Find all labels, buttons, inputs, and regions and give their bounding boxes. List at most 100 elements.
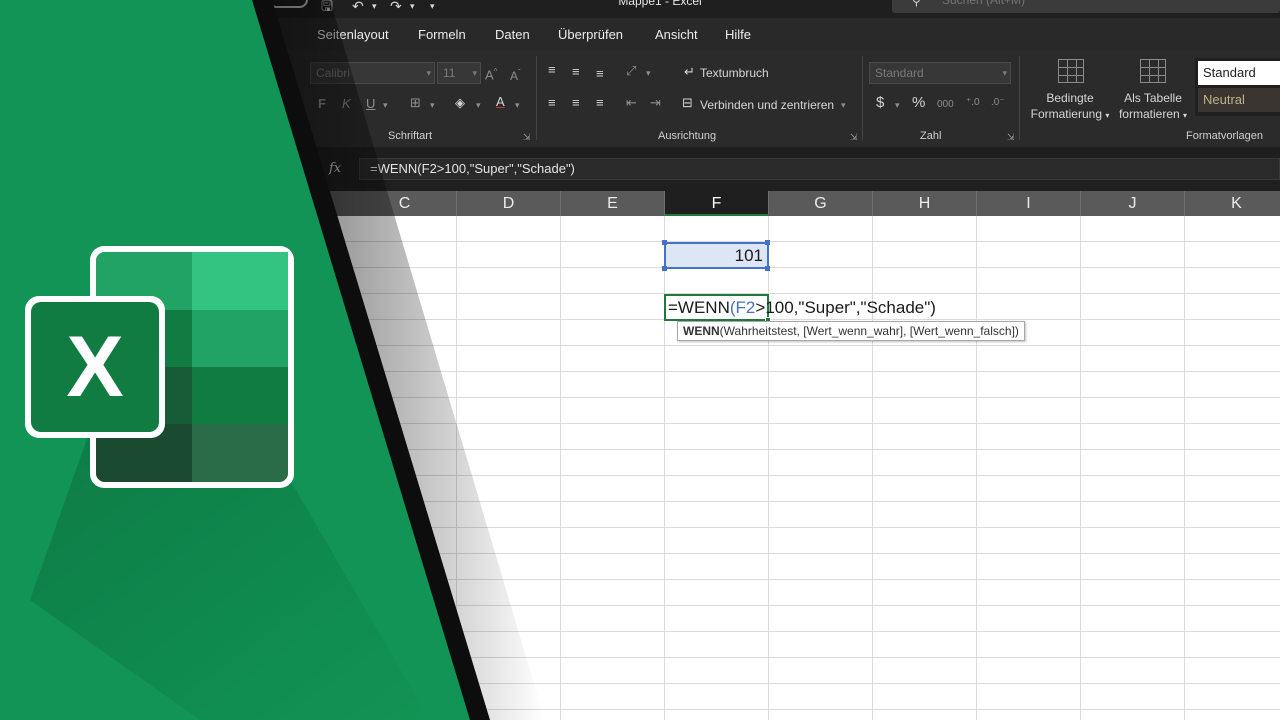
font-name-value: Calibri xyxy=(316,66,351,80)
column-header-h[interactable]: H xyxy=(873,191,977,216)
wrap-text-button[interactable]: Textumbruch xyxy=(700,66,769,80)
font-color-icon[interactable]: A xyxy=(496,95,505,109)
group-divider xyxy=(862,56,863,140)
function-tooltip: WENN(Wahrheitstest, [Wert_wenn_wahr], [W… xyxy=(677,321,1025,341)
thousands-separator-button[interactable]: 000 xyxy=(937,98,954,112)
autosave-toggle[interactable] xyxy=(268,0,308,8)
increase-indent-icon[interactable]: ⇥ xyxy=(650,96,661,110)
format-as-table-icon[interactable] xyxy=(1140,59,1166,83)
align-top-icon[interactable]: ≡ xyxy=(548,63,556,77)
column-header-j[interactable]: J xyxy=(1081,191,1185,216)
column-header-k[interactable]: K xyxy=(1185,191,1280,216)
underline-dropdown-icon[interactable]: ▾ xyxy=(383,98,388,112)
search-icon: ⚲ xyxy=(912,0,921,8)
tab-ansicht[interactable]: Ansicht xyxy=(655,27,698,42)
cell-styles-gallery: Standard Neutral xyxy=(1195,58,1280,116)
formula-input[interactable]: =WENN(F2>100,"Super","Schade") xyxy=(359,158,1280,180)
search-box[interactable]: ⚲ xyxy=(892,0,1280,13)
tab-ueberpruefen[interactable]: Überprüfen xyxy=(558,27,623,42)
column-header-e[interactable]: E xyxy=(561,191,665,216)
tab-daten[interactable]: Daten xyxy=(495,27,530,42)
decrease-decimal-icon[interactable]: .0⁻ xyxy=(991,96,1005,110)
percent-format-button[interactable]: % xyxy=(912,95,925,110)
save-icon[interactable]: 🖫 xyxy=(321,0,333,14)
conditional-formatting-icon[interactable] xyxy=(1058,59,1084,83)
format-as-table-button[interactable]: Als Tabelle formatieren ▾ xyxy=(1112,90,1194,124)
borders-icon[interactable]: ⊞ xyxy=(410,96,421,110)
column-headers: C D E F G H I J K xyxy=(0,191,1280,216)
chevron-down-icon: ▾ xyxy=(426,68,431,78)
merge-center-icon[interactable]: ⊟ xyxy=(682,96,693,110)
range-handle[interactable] xyxy=(765,240,770,245)
number-format-combo[interactable]: Standard ▾ xyxy=(869,62,1011,84)
column-header-i[interactable]: I xyxy=(977,191,1081,216)
conditional-formatting-label-2: Formatierung ▾ xyxy=(1030,107,1110,121)
align-bottom-icon[interactable]: ≡ xyxy=(596,67,604,81)
column-header-g[interactable]: G xyxy=(769,191,873,216)
fill-color-icon[interactable]: ◈ xyxy=(455,96,465,110)
ribbon: Calibri ▾ 11 ▾ A^ Aˇ F K U ▾ ⊞ ▾ ◈ ▾ A ▾… xyxy=(0,50,1280,147)
decrease-indent-icon[interactable]: ⇤ xyxy=(626,96,637,110)
redo-icon[interactable]: ↷ xyxy=(390,0,402,14)
cell-style-standard[interactable]: Standard xyxy=(1198,61,1280,85)
edit-cell-reference: F2 xyxy=(735,298,756,317)
range-handle[interactable] xyxy=(765,266,770,271)
sheet-grid[interactable] xyxy=(0,216,1280,720)
font-color-dropdown-icon[interactable]: ▾ xyxy=(515,98,520,112)
column-header-f[interactable]: F xyxy=(665,191,769,216)
fill-color-dropdown-icon[interactable]: ▾ xyxy=(476,98,481,112)
insert-function-icon[interactable]: fx xyxy=(329,161,341,176)
format-as-table-label-1: Als Tabelle xyxy=(1124,91,1182,105)
edit-rest: >100,"Super","Schade") xyxy=(755,298,936,317)
font-dialog-launcher-icon[interactable]: ⇲ xyxy=(523,132,531,143)
italic-button[interactable]: K xyxy=(342,97,351,111)
cell-edit-text[interactable]: =WENN(F2>100,"Super","Schade") xyxy=(668,297,936,319)
range-handle[interactable] xyxy=(662,266,667,271)
undo-dropdown-icon[interactable]: ▾ xyxy=(372,0,377,14)
group-divider xyxy=(1019,56,1020,140)
range-handle[interactable] xyxy=(662,240,667,245)
customize-quick-access-icon[interactable]: ▾ xyxy=(430,0,435,14)
underline-button[interactable]: U xyxy=(366,97,375,111)
increase-font-icon[interactable]: A^ xyxy=(485,65,497,82)
font-size-value: 11 xyxy=(443,66,456,80)
merge-dropdown-icon[interactable]: ▾ xyxy=(841,98,846,112)
currency-format-button[interactable]: $ xyxy=(876,95,884,110)
conditional-formatting-button[interactable]: Bedingte Formatierung ▾ xyxy=(1027,90,1113,124)
align-middle-icon[interactable]: ≡ xyxy=(572,65,580,79)
chevron-down-icon: ▾ xyxy=(1002,68,1007,78)
tab-einfuegen[interactable]: en xyxy=(268,27,282,42)
wrap-text-icon[interactable]: ↵ xyxy=(684,65,695,79)
tab-hilfe[interactable]: Hilfe xyxy=(725,27,751,42)
search-input[interactable] xyxy=(942,0,1242,7)
font-size-combo[interactable]: 11 ▾ xyxy=(437,62,481,84)
redo-dropdown-icon[interactable]: ▾ xyxy=(410,0,415,14)
column-header-d[interactable]: D xyxy=(457,191,561,216)
tooltip-function-name[interactable]: WENN xyxy=(683,324,720,338)
bold-button[interactable]: F xyxy=(318,97,326,111)
tab-seitenlayout[interactable]: Seitenlayout xyxy=(317,27,389,42)
excel-window: 🖫 ↶ ▾ ↷ ▾ ▾ Mappe1 - Excel ⚲ en Seitenla… xyxy=(0,0,1280,720)
column-header-c[interactable]: C xyxy=(353,191,457,216)
increase-decimal-icon[interactable]: ⁺.0 xyxy=(966,96,980,110)
currency-dropdown-icon[interactable]: ▾ xyxy=(895,98,900,112)
alignment-dialog-launcher-icon[interactable]: ⇲ xyxy=(850,132,858,143)
cell-style-neutral[interactable]: Neutral xyxy=(1198,88,1280,112)
align-right-icon[interactable]: ≡ xyxy=(596,96,604,110)
undo-icon[interactable]: ↶ xyxy=(352,0,364,14)
merge-center-button[interactable]: Verbinden und zentrieren xyxy=(700,98,834,112)
align-left-icon[interactable]: ≡ xyxy=(548,96,556,110)
orientation-icon[interactable]: ⤢ xyxy=(626,64,636,78)
number-format-value: Standard xyxy=(875,66,924,80)
font-name-combo[interactable]: Calibri ▾ xyxy=(310,62,435,84)
borders-dropdown-icon[interactable]: ▾ xyxy=(430,98,435,112)
group-divider xyxy=(536,56,537,140)
tooltip-arguments: (Wahrheitstest, [Wert_wenn_wahr], [Wert_… xyxy=(719,324,1019,338)
cell-f2[interactable]: 101 xyxy=(664,242,769,269)
align-center-icon[interactable]: ≡ xyxy=(572,96,580,110)
tab-formeln[interactable]: Formeln xyxy=(418,27,466,42)
orientation-dropdown-icon[interactable]: ▾ xyxy=(646,66,651,80)
number-dialog-launcher-icon[interactable]: ⇲ xyxy=(1007,132,1015,143)
decrease-font-icon[interactable]: Aˇ xyxy=(510,66,521,83)
group-label-font: Schriftart xyxy=(388,130,433,142)
